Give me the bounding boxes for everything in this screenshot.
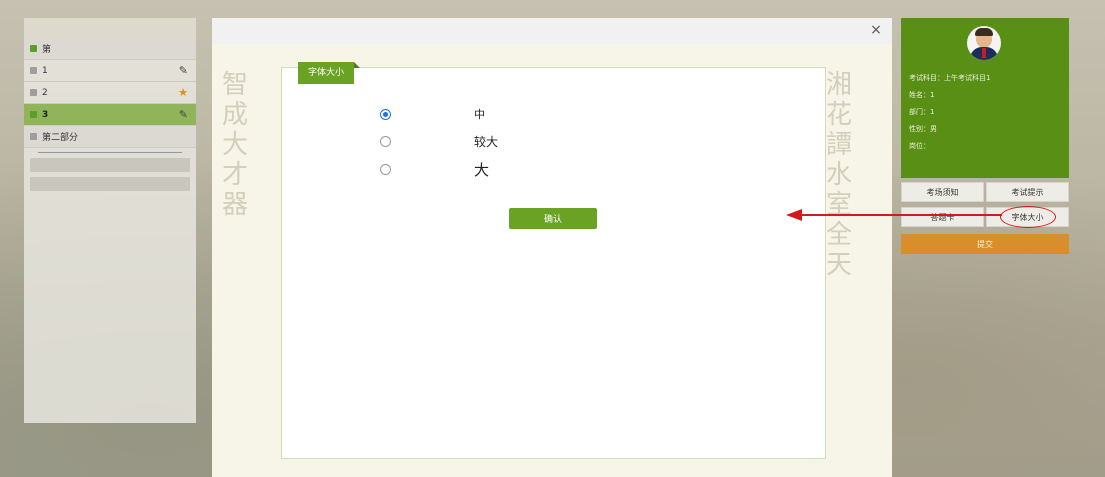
question-label: 2 (42, 87, 48, 98)
star-icon: ★ (178, 86, 188, 99)
examinee-name: 姓名：1 (909, 91, 935, 99)
font-option-label: 大 (474, 160, 490, 179)
section-status-icon (30, 45, 37, 52)
calligraphy-char: 湘 (825, 70, 852, 100)
question-item-1[interactable]: 1 ✎ (24, 60, 196, 82)
section-item-second[interactable]: 第二部分 (24, 126, 196, 148)
radio-checked[interactable] (380, 108, 391, 120)
question-item-3[interactable]: 3 ✎ (24, 104, 196, 126)
question-item-2[interactable]: 2 ★ (24, 82, 196, 104)
font-option-large[interactable]: 大 (380, 160, 489, 179)
modal-title-bar: × (212, 18, 892, 44)
exam-notice-button[interactable]: 考场须知 (901, 182, 984, 202)
calligraphy-char: 大 (221, 130, 248, 160)
confirm-button[interactable]: 确认 (509, 208, 597, 229)
divider (38, 152, 182, 153)
exam-tips-button[interactable]: 考试提示 (986, 182, 1069, 202)
font-size-dialog (281, 67, 826, 459)
calligraphy-char: 器 (221, 190, 248, 220)
calligraphy-char: 智 (221, 70, 248, 100)
font-option-label: 较大 (474, 134, 499, 149)
pencil-icon: ✎ (178, 64, 188, 77)
navigator-header (24, 18, 196, 38)
question-navigator: 第 1 ✎ 2 ★ 3 ✎ 第二部分 (24, 18, 196, 423)
calligraphy-char: 天 (825, 250, 852, 280)
section-label: 第 (42, 45, 52, 55)
submit-button[interactable]: 提交 (901, 234, 1069, 254)
blurred-placeholder (30, 177, 190, 191)
avatar (967, 26, 1001, 60)
calligraphy-char: 成 (221, 100, 248, 130)
radio-unchecked[interactable] (380, 163, 391, 175)
calligraphy-column-left: 智成大才器 (220, 70, 250, 220)
calligraphy-char: 才 (221, 160, 248, 190)
calligraphy-char: 花 (825, 100, 852, 130)
calligraphy-char: 譚 (825, 130, 852, 160)
question-label: 1 (42, 65, 48, 76)
question-status-icon (30, 111, 37, 118)
examinee-job: 岗位： (909, 142, 930, 150)
annotation-circle (1000, 206, 1056, 228)
question-status-icon (30, 89, 37, 96)
calligraphy-char: 水 (825, 160, 852, 190)
radio-unchecked[interactable] (380, 135, 391, 147)
examinee-department: 部门：1 (909, 108, 935, 116)
section-status-icon (30, 133, 37, 140)
calligraphy-column-right: 湘花譚水室全天 (824, 70, 854, 280)
dialog-tab-title: 字体大小 (298, 62, 361, 84)
pencil-icon: ✎ (178, 108, 188, 121)
section-label: 第二部分 (42, 133, 79, 143)
font-option-label: 中 (474, 108, 485, 121)
font-option-larger[interactable]: 较大 (380, 132, 498, 150)
exam-subject: 考试科目：上午考试科目1 (909, 74, 991, 82)
question-label: 3 (42, 109, 49, 120)
question-status-icon (30, 67, 37, 74)
examinee-gender: 性别：男 (909, 125, 937, 133)
section-item-first[interactable]: 第 (24, 38, 196, 60)
annotation-arrow (786, 209, 1002, 221)
font-option-medium[interactable]: 中 (380, 105, 485, 123)
examinee-info: 考试科目：上午考试科目1 姓名：1 部门：1 性别：男 岗位： (909, 70, 990, 155)
close-icon[interactable]: × (868, 22, 884, 38)
examinee-profile: 考试科目：上午考试科目1 姓名：1 部门：1 性别：男 岗位： (901, 18, 1069, 178)
blurred-placeholder (30, 158, 190, 172)
